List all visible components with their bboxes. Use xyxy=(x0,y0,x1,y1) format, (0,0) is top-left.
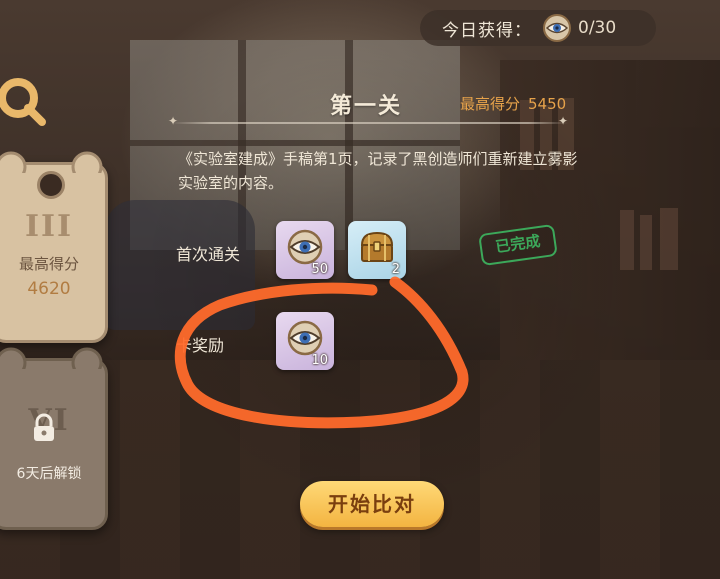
eye-coin-icon xyxy=(543,14,571,42)
reward-quantity: 50 xyxy=(311,262,328,277)
reward-treasure-chest[interactable]: 2 xyxy=(348,221,406,279)
daily-earnings-label: 今日获得： xyxy=(442,20,532,41)
star-ornament-icon: ✦ xyxy=(558,114,569,128)
eye-coin-icon xyxy=(287,320,323,356)
level-card-vi-locked[interactable]: VI 6天后解锁 xyxy=(0,347,108,530)
stage-description: 《实验室建成》手稿第1页，记录了黑创造师们重新建立雾影实验室的内容。 xyxy=(178,150,578,192)
first-clear-label: 首次通关 xyxy=(176,245,241,264)
unlock-countdown: 6天后解锁 xyxy=(16,466,82,482)
level-reward-label: 卡奖励 xyxy=(176,336,225,355)
lock-icon xyxy=(34,413,54,441)
panel-shade xyxy=(150,60,620,500)
stage-best-score: 最高得分 5450 xyxy=(460,93,566,114)
stage-title: 第一关 xyxy=(330,94,403,119)
card-ears xyxy=(0,347,103,369)
tag-hole xyxy=(37,171,65,199)
title-divider xyxy=(172,122,568,124)
daily-earnings-count: 0/30 xyxy=(578,18,617,38)
star-ornament-icon: ✦ xyxy=(168,114,179,128)
reward-eye-coin[interactable]: 50 xyxy=(276,221,334,279)
daily-earnings-counter: 今日获得： 0/30 xyxy=(420,10,656,46)
card-ears xyxy=(0,151,103,173)
reward-quantity: 2 xyxy=(391,262,400,277)
level-best-score-value: 4620 xyxy=(27,279,71,299)
level-best-score-label: 最高得分 xyxy=(18,255,79,273)
reward-quantity: 10 xyxy=(311,353,328,368)
level-roman-numeral: III xyxy=(24,209,74,244)
treasure-chest-icon xyxy=(360,231,394,262)
magnifier-logo-icon xyxy=(0,78,46,126)
stage-best-score-label: 最高得分 xyxy=(460,95,521,113)
level-card-iii[interactable]: III 最高得分 4620 xyxy=(0,151,108,343)
start-compare-button[interactable]: 开始比对 xyxy=(300,481,444,527)
reward-eye-coin[interactable]: 10 xyxy=(276,312,334,370)
stage-best-score-value: 5450 xyxy=(528,95,567,113)
eye-coin-icon xyxy=(287,229,323,265)
